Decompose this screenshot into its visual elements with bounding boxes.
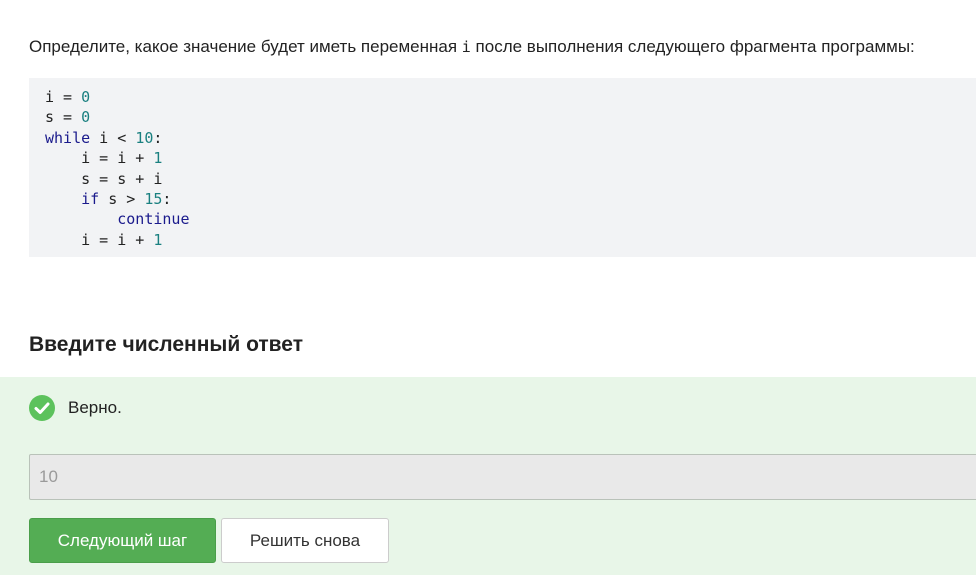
question-text: Определите, какое значение будет иметь п… [29,36,915,58]
code-number: 10 [135,128,154,147]
code-keyword: while [45,128,91,147]
feedback-panel: Верно. Следующий шаг Решить снова [0,377,976,575]
code-line: i = i + 1 [45,230,976,250]
code-text: s = s + i [45,169,163,188]
code-text: : [162,189,172,208]
code-block: i = 0s = 0 while i < 10: i = i + 1 s = s … [29,78,976,257]
check-circle-icon [29,395,55,421]
code-text: i = i + [45,149,154,168]
code-line: i = i + 1 [45,148,976,168]
code-text: s > [99,189,145,208]
quiz-step-page: Определите, какое значение будет иметь п… [0,0,976,575]
code-number: 1 [153,149,163,168]
code-line: i = 0 [45,87,976,107]
code-text: i = i + [45,230,154,249]
question-text-before: Определите, какое значение будет иметь п… [29,37,462,56]
status-row: Верно. [29,395,122,421]
code-line: s = 0 [45,107,976,127]
code-number: 0 [81,88,91,106]
answer-input[interactable] [29,454,976,500]
code-text: : [153,128,163,147]
code-keyword: if [81,189,100,208]
code-line: while i < 10: [45,128,976,148]
code-text: i < [90,128,136,147]
question-text-after: после выполнения следующего фрагмента пр… [470,37,915,56]
code-line: s = s + i [45,169,976,189]
code-text: i = [45,88,82,106]
code-line: continue [45,209,976,229]
answer-heading: Введите численный ответ [29,333,303,356]
code-keyword: continue [117,210,190,229]
code-number: 15 [144,189,163,208]
next-step-button[interactable]: Следующий шаг [29,518,216,563]
question-variable-code: i [461,38,471,56]
code-number: 0 [81,108,91,127]
status-text: Верно. [68,398,122,417]
code-line: if s > 15: [45,189,976,209]
code-text: s = [45,108,82,127]
retry-button[interactable]: Решить снова [221,518,389,563]
code-number: 1 [153,230,163,249]
